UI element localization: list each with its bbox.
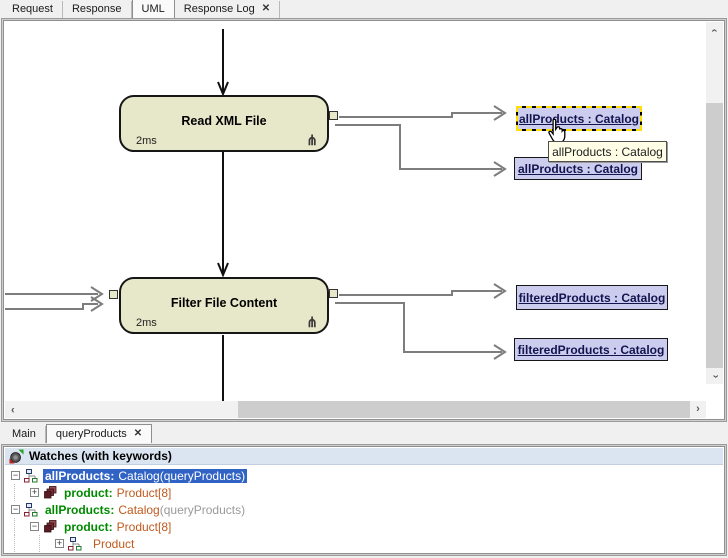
tab-response[interactable]: Response [63, 1, 132, 18]
object-stack-icon [43, 486, 58, 500]
object-label: allProducts : Catalog [519, 112, 639, 126]
watch-suffix: (queryProducts) [160, 503, 245, 517]
watch-row-text: product: Product[8] [62, 486, 173, 500]
output-port [329, 289, 338, 298]
watch-row-text: Product [87, 537, 136, 551]
object-label: filteredProducts : Catalog [518, 343, 665, 357]
top-tab-bar: Request Response UML Response Log ✕ [0, 0, 728, 18]
application-window: Request Response UML Response Log ✕ [0, 0, 728, 558]
object-filteredproducts-1[interactable]: filteredProducts : Catalog [516, 285, 668, 310]
node-duration: 2ms [136, 135, 157, 147]
vertical-scrollbar[interactable]: › › [706, 22, 723, 384]
scroll-right-button[interactable]: › [690, 401, 706, 418]
watches-title: Watches (with keywords) [29, 449, 172, 463]
tab-response-label: Response [72, 3, 122, 15]
watch-type: Product[8] [117, 486, 172, 500]
horizontal-scrollbar[interactable]: › › [5, 401, 706, 418]
watches-tree: − allProducts: Catalog(queryProducts) [5, 465, 723, 552]
tooltip: allProducts : Catalog [548, 141, 667, 162]
tree-indent [39, 535, 55, 552]
fork-icon: ⋔ [306, 132, 318, 149]
watch-type: Catalog(queryProducts) [118, 469, 245, 483]
watch-name: product: [64, 520, 113, 534]
tab-queryproducts[interactable]: queryProducts ✕ [46, 424, 152, 443]
tab-response-log[interactable]: Response Log ✕ [175, 1, 280, 18]
watch-row-text: allProducts: Catalog(queryProducts) [43, 469, 247, 483]
watch-row[interactable]: + Product [5, 535, 723, 552]
watch-row[interactable]: + product: Product[8] [5, 484, 723, 501]
tab-request-label: Request [12, 3, 53, 15]
tab-queryproducts-label: queryProducts [56, 428, 127, 440]
watch-row-text: product: Product[8] [62, 520, 173, 534]
fork-icon: ⋔ [306, 314, 318, 331]
horizontal-scrollbar-thumb[interactable] [238, 401, 690, 418]
watches-header: Watches (with keywords) [5, 448, 723, 465]
watch-row[interactable]: − allProducts: Catalog(queryProducts) [5, 501, 723, 518]
vertical-scrollbar-thumb[interactable] [706, 103, 723, 368]
expander-minus-icon[interactable]: − [11, 505, 20, 514]
object-label: filteredProducts : Catalog [519, 291, 666, 305]
watch-name: allProducts: [45, 503, 114, 517]
object-filteredproducts-2[interactable]: filteredProducts : Catalog [514, 338, 668, 361]
diagram-canvas: Read XML File 2ms ⋔ Filter File Content … [5, 22, 706, 403]
object-stack-icon [43, 520, 58, 534]
expander-minus-icon[interactable]: − [11, 471, 20, 480]
node-title: Filter File Content [121, 296, 327, 310]
watches-panel: Watches (with keywords) − allProducts:C [1, 444, 727, 556]
expander-plus-icon[interactable]: + [55, 539, 64, 548]
class-icon [68, 537, 83, 551]
tab-request[interactable]: Request [3, 1, 63, 18]
diagram-tab-bar: Main queryProducts ✕ [0, 423, 728, 443]
close-icon[interactable]: ✕ [134, 429, 142, 439]
node-duration: 2ms [136, 317, 157, 329]
scroll-left-button[interactable]: › [5, 401, 21, 418]
tab-uml[interactable]: UML [132, 0, 175, 18]
tab-response-log-label: Response Log [184, 3, 255, 15]
chevron-right-icon: › [696, 404, 700, 415]
watch-row[interactable]: − allProducts: Catalog(queryProducts) [5, 467, 723, 484]
watch-name: allProducts: [45, 469, 114, 483]
class-icon [24, 469, 39, 483]
scroll-up-button[interactable]: › [706, 22, 723, 38]
object-label: allProducts : Catalog [518, 162, 638, 176]
chevron-left-icon: › [11, 404, 15, 415]
object-allproducts-1[interactable]: allProducts : Catalog [516, 106, 642, 131]
node-title: Read XML File [121, 114, 327, 128]
tab-main-label: Main [12, 428, 36, 440]
tree-indent [14, 484, 30, 501]
chevron-down-icon: › [709, 374, 720, 378]
watch-type: Product[8] [117, 520, 172, 534]
uml-diagram-panel: Read XML File 2ms ⋔ Filter File Content … [1, 18, 727, 422]
expander-minus-icon[interactable]: − [30, 522, 39, 531]
watch-row[interactable]: − product: Product[8] [5, 518, 723, 535]
input-port [109, 290, 118, 299]
chevron-up-icon: › [709, 28, 720, 32]
scroll-down-button[interactable]: › [706, 368, 723, 384]
watches-icon [9, 449, 24, 464]
node-read-xml-file[interactable]: Read XML File 2ms ⋔ [119, 95, 329, 152]
tree-indent [14, 535, 30, 552]
tree-indent [14, 518, 30, 535]
class-icon [24, 503, 39, 517]
output-port [329, 111, 338, 120]
watch-row-text: allProducts: Catalog(queryProducts) [43, 503, 247, 517]
watches-inner: Watches (with keywords) − allProducts:C [5, 448, 723, 552]
tab-main[interactable]: Main [3, 426, 46, 443]
watch-type: Catalog [118, 503, 159, 517]
expander-plus-icon[interactable]: + [30, 488, 39, 497]
tab-uml-label: UML [142, 3, 165, 15]
close-icon[interactable]: ✕ [262, 4, 270, 14]
watch-type: Product [93, 537, 134, 551]
watch-name: product: [64, 486, 113, 500]
node-filter-file-content[interactable]: Filter File Content 2ms ⋔ [119, 277, 329, 334]
